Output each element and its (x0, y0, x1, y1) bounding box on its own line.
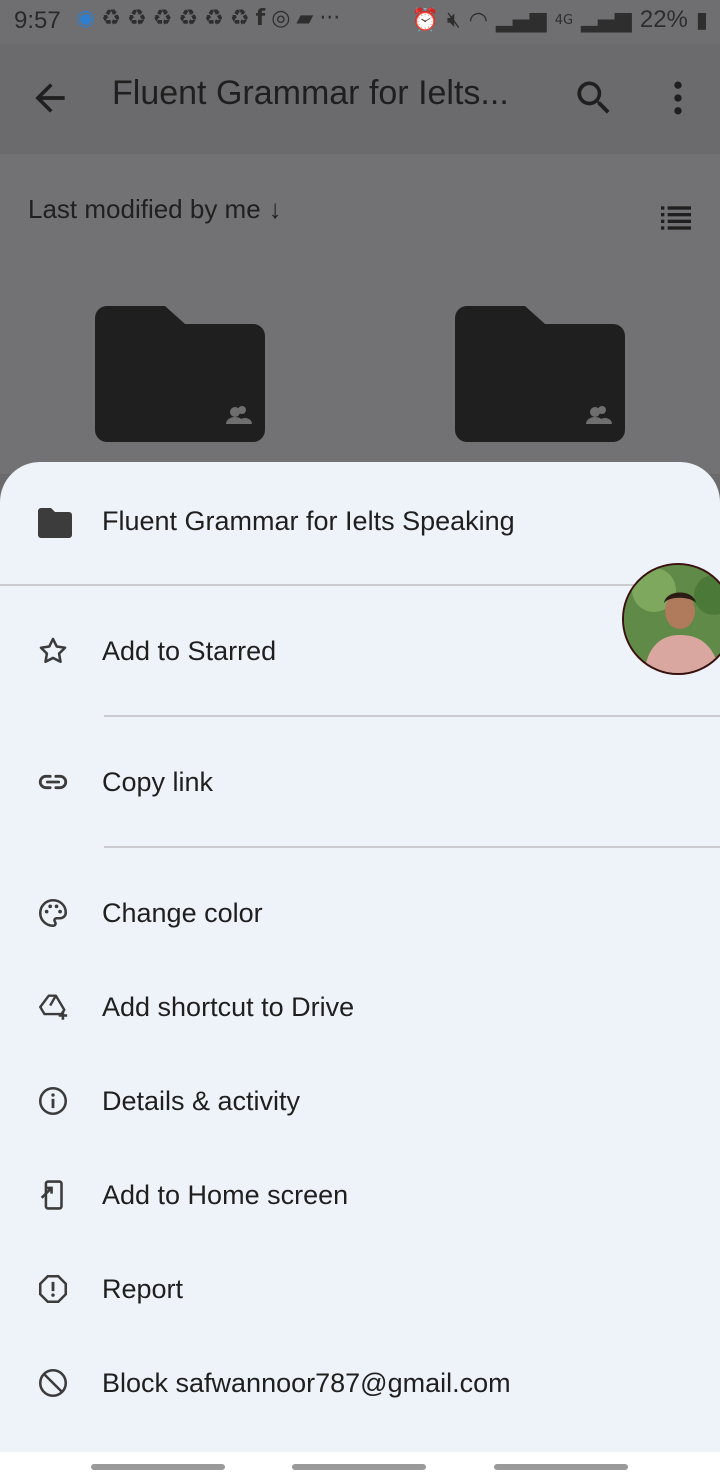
battery-icon: ▮ (695, 7, 708, 33)
menu-item-copy-link[interactable]: Copy link (0, 745, 720, 825)
sort-button[interactable]: Last modified by me ↓ (28, 194, 282, 225)
facebook-icon: f (255, 6, 266, 31)
network-type: 4G (554, 12, 574, 28)
bottom-sheet: Fluent Grammar for Ielts Speaking Add to… (0, 462, 720, 1480)
block-icon (38, 1368, 68, 1398)
add-to-home-icon (40, 1180, 63, 1210)
menu-item-label: Copy link (102, 767, 214, 797)
sheet-title: Fluent Grammar for Ielts Speaking (102, 506, 515, 536)
back-arrow-icon[interactable] (28, 76, 72, 120)
menu-item-label: Add to Home screen (102, 1180, 349, 1210)
messenger-icon: ◉ (76, 6, 96, 31)
menu-item-add-to-starred[interactable]: Add to Starred (0, 614, 720, 694)
menu-item-label: Change color (102, 898, 263, 928)
status-bar: 9:57 ◉ ♻ ♻ ♻ ♻ ♻ ♻ f ◎ ▰ ··· ⏰ 🔇︎ ◠ ▂▄▆ … (0, 0, 720, 44)
avatar-photo (624, 565, 720, 673)
status-time: 9:57 (14, 7, 61, 34)
signal-icon: ▂▄▆ (495, 7, 547, 33)
sort-arrow-icon: ↓ (268, 194, 282, 224)
sort-bar: Last modified by me ↓ (0, 154, 720, 274)
star-outline-icon (39, 637, 67, 664)
menu-item-label: Block safwannoor787@gmail.com (102, 1368, 511, 1398)
menu-item-add-to-home-screen[interactable]: Add to Home screen (0, 1158, 720, 1238)
more-notifications: ··· (319, 6, 341, 31)
folder-grid (0, 274, 720, 474)
info-icon (38, 1086, 68, 1116)
more-options-icon[interactable] (656, 76, 700, 120)
recycle-icon: ♻ (229, 6, 250, 31)
report-icon (38, 1274, 68, 1304)
list-view-icon[interactable] (656, 198, 696, 238)
sheet-header: Fluent Grammar for Ielts Speaking (0, 462, 720, 586)
recycle-icon: ♻ (152, 6, 173, 31)
menu-item-label: Add to Starred (102, 636, 277, 666)
mute-icon: 🔇︎ (446, 7, 461, 33)
shared-folder-icon[interactable] (455, 306, 625, 446)
page-title: Fluent Grammar for Ielts... (112, 74, 509, 112)
menu-item-label: Report (102, 1274, 184, 1304)
nav-recent-button[interactable] (91, 1464, 225, 1470)
folder-icon (38, 508, 72, 538)
search-icon[interactable] (572, 76, 616, 120)
alarm-icon: ⏰ (411, 7, 439, 33)
menu-item-block[interactable]: Block safwannoor787@gmail.com (0, 1346, 720, 1426)
nav-back-button[interactable] (494, 1464, 628, 1470)
navigation-bar (0, 1452, 720, 1480)
menu-item-details-activity[interactable]: Details & activity (0, 1064, 720, 1144)
nav-home-button[interactable] (292, 1464, 426, 1470)
battery-level: 22% (639, 6, 688, 33)
recycle-icon: ♻ (178, 6, 199, 31)
signal-icon-2: ▂▄▆ (581, 7, 632, 33)
menu-item-report[interactable]: Report (0, 1252, 720, 1332)
link-icon (38, 774, 68, 790)
recycle-icon: ♻ (101, 6, 121, 31)
message-icon: ▰ (296, 6, 314, 31)
divider (104, 846, 720, 848)
notification-icons: ◉ ♻ ♻ ♻ ♻ ♻ ♻ f ◎ ▰ ··· (76, 6, 340, 31)
recycle-icon: ♻ (126, 6, 147, 31)
menu-item-label: Details & activity (102, 1086, 301, 1116)
system-icons: ⏰ 🔇︎ ◠ ▂▄▆ 4G ▂▄▆ 22% ▮ (411, 6, 708, 34)
divider (104, 715, 720, 717)
sort-label: Last modified by me (28, 194, 261, 224)
drive-add-icon (39, 994, 68, 1020)
recycle-icon: ♻ (204, 6, 224, 31)
menu-item-add-shortcut[interactable]: Add shortcut to Drive (0, 970, 720, 1050)
wifi-icon: ◠ (468, 7, 488, 33)
palette-icon (38, 898, 68, 928)
app-icon: ◎ (271, 6, 291, 31)
menu-item-change-color[interactable]: Change color (0, 876, 720, 956)
menu-item-label: Add shortcut to Drive (102, 992, 355, 1022)
shared-folder-icon[interactable] (95, 306, 265, 446)
app-bar: Fluent Grammar for Ielts... (0, 44, 720, 154)
